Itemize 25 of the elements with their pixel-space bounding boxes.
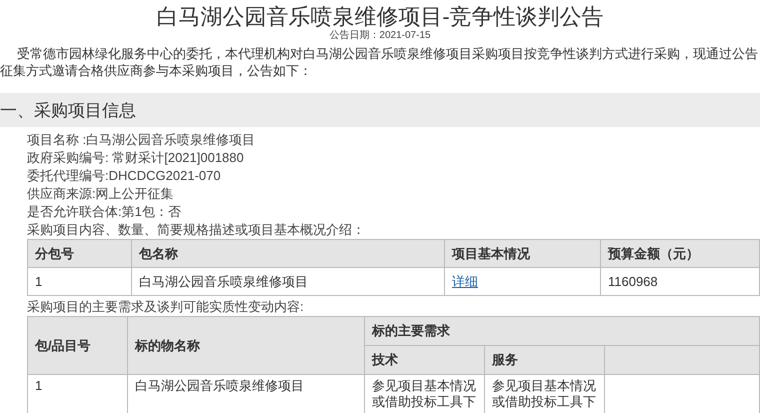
column-header: 标的物名称 [128,316,364,374]
info-line: 政府采购编号: 常财采计[2021]001880 [27,149,245,167]
intro-paragraph: 受常德市园林绿化服务中心的委托，本代理机构对白马湖公园音乐喷泉维修项目采购项目按竞争性谈判方式进行采购，现通过公告征集方式邀请合格供应商参与本采购项目，公告如下： [0,45,759,79]
info-line: 是否允许联合体:第1包：否 [27,203,182,221]
column-group-header: 标的主要需求 [364,316,760,346]
page-title: 白马湖公园音乐喷泉维修项目-竞争性谈判公告 [155,3,605,30]
table-cell: 1 [28,374,128,413]
column-header: 项目基本情况 [444,240,600,268]
table-caption: 采购项目内容、数量、简要规格描述或项目基本概况介绍： [27,221,366,239]
column-header: 服务 [484,346,604,374]
info-line: 项目名称 :白马湖公园音乐喷泉维修项目 [27,131,256,149]
publish-date: 公告日期：2021-07-15 [328,30,432,42]
info-line: 供应商来源:网上公开征集 [27,185,175,203]
table-cell: 1 [28,268,132,296]
table-cell: 白马湖公园音乐喷泉维修项目 [132,268,444,296]
column-header: 包/品目号 [28,316,128,374]
table-cell: 1160968 [600,268,760,296]
column-header: 技术 [364,346,484,374]
table-caption: 采购项目的主要需求及谈判可能实质性变动内容: [27,298,305,316]
column-header: 分包号 [28,240,132,268]
details-link[interactable]: 详细 [452,274,478,288]
info-line: 委托代理编号:DHCDCG2021-070 [27,167,222,185]
column-header: 包名称 [132,240,444,268]
column-header: 预算金额（元） [600,240,760,268]
section-heading: 一、采购项目信息 [0,100,136,122]
